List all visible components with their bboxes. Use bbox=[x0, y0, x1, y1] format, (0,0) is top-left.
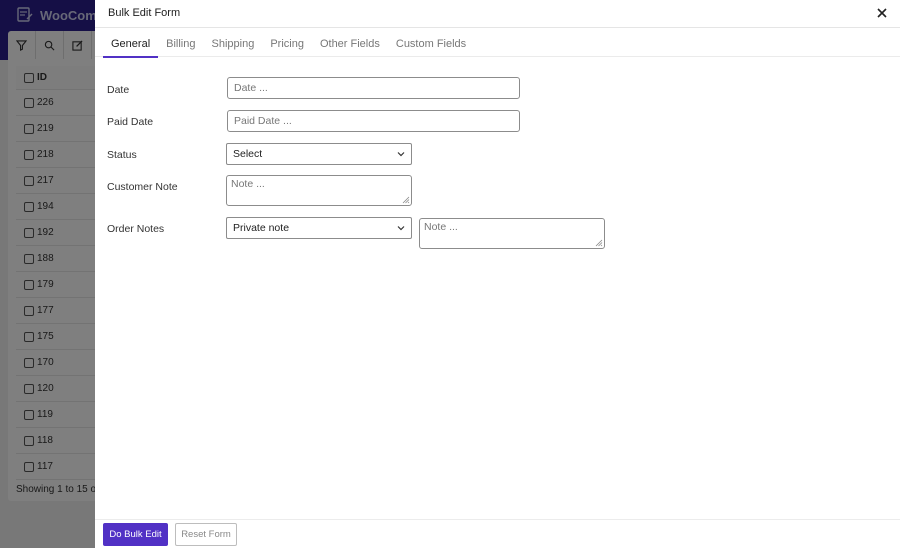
status-selected-value: Select bbox=[233, 148, 263, 160]
date-label: Date bbox=[107, 84, 130, 96]
order-note-textarea[interactable]: Note ... bbox=[419, 218, 605, 249]
modal-title: Bulk Edit Form bbox=[108, 7, 181, 19]
tab-pricing[interactable]: Pricing bbox=[262, 28, 312, 57]
chevron-down-icon bbox=[397, 226, 405, 231]
order-notes-label: Order Notes bbox=[107, 223, 165, 235]
reset-form-button[interactable]: Reset Form bbox=[175, 523, 237, 546]
tab-other-fields[interactable]: Other Fields bbox=[312, 28, 388, 57]
date-input[interactable]: Date ... bbox=[227, 77, 520, 99]
do-bulk-edit-button[interactable]: Do Bulk Edit bbox=[103, 523, 168, 546]
status-select[interactable]: Select bbox=[226, 143, 412, 165]
order-note-type-select[interactable]: Private note bbox=[226, 217, 412, 239]
resize-grip-icon[interactable] bbox=[402, 196, 410, 204]
tab-general[interactable]: General bbox=[103, 28, 159, 58]
tab-shipping[interactable]: Shipping bbox=[204, 28, 263, 57]
modal-header: Bulk Edit Form bbox=[95, 0, 900, 28]
bulk-edit-modal: Bulk Edit Form General Billing Shipping Pri… bbox=[95, 0, 900, 548]
order-note-placeholder: Note ... bbox=[424, 221, 458, 233]
tab-custom-fields[interactable]: Custom Fields bbox=[388, 28, 474, 57]
paid-date-label: Paid Date bbox=[107, 116, 154, 128]
chevron-down-icon bbox=[397, 152, 405, 157]
resize-grip-icon[interactable] bbox=[595, 239, 603, 247]
customer-note-label: Customer Note bbox=[107, 181, 178, 193]
customer-note-placeholder: Note ... bbox=[231, 178, 265, 190]
tab-billing[interactable]: Billing bbox=[158, 28, 203, 57]
order-note-type-value: Private note bbox=[233, 222, 290, 234]
close-button[interactable] bbox=[874, 5, 890, 21]
status-label: Status bbox=[107, 149, 137, 161]
paid-date-input[interactable]: Paid Date ... bbox=[227, 110, 520, 132]
tab-bar: General Billing Shipping Pricing Other Field… bbox=[95, 28, 900, 58]
modal-footer: Do Bulk Edit Reset Form bbox=[95, 519, 900, 548]
close-icon bbox=[877, 8, 887, 18]
customer-note-textarea[interactable]: Note ... bbox=[226, 175, 412, 206]
